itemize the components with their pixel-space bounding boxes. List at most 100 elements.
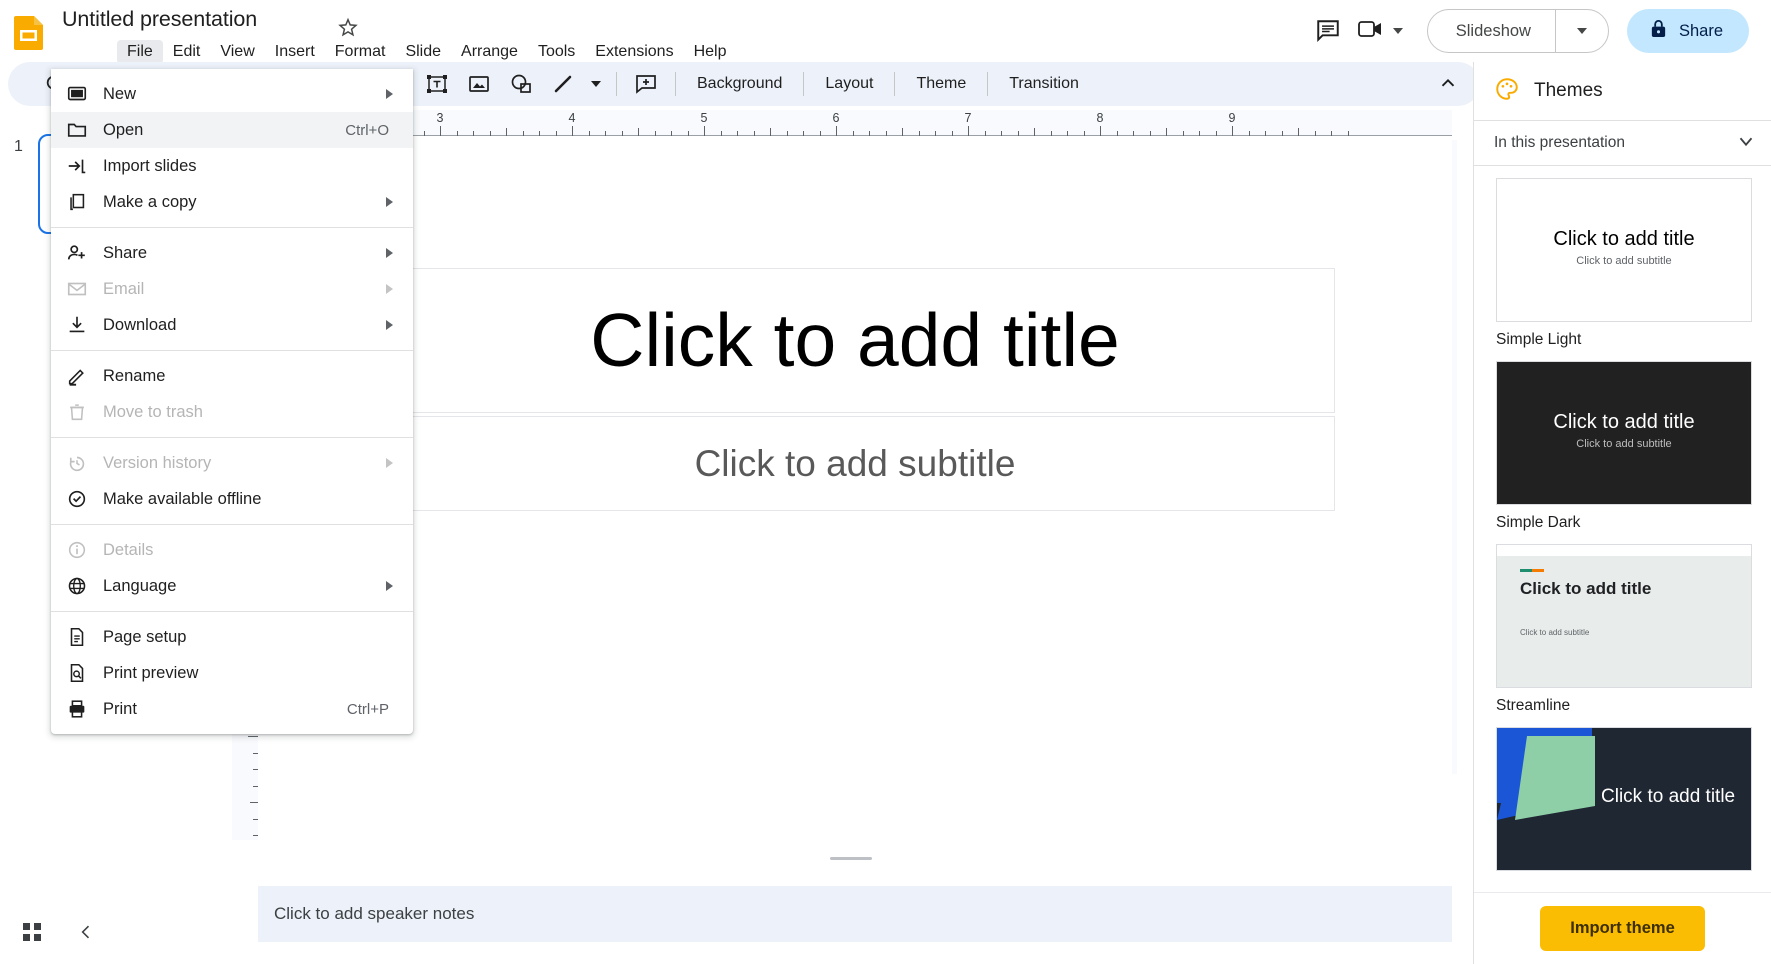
theme-thumbnail-dark-diagonal[interactable]: Click to add title bbox=[1496, 727, 1752, 871]
ruler-tick bbox=[572, 126, 573, 136]
star-icon[interactable] bbox=[337, 16, 359, 38]
divider bbox=[894, 72, 896, 96]
textbox-icon[interactable] bbox=[419, 66, 455, 102]
theme-item: Click to add title Click to add subtitle… bbox=[1474, 349, 1771, 532]
import-icon bbox=[51, 155, 103, 177]
line-icon[interactable] bbox=[545, 66, 581, 102]
ruler-tick bbox=[440, 126, 441, 136]
menu-item-print[interactable]: Print Ctrl+P bbox=[51, 691, 413, 727]
comment-icon[interactable] bbox=[1307, 10, 1349, 52]
theme-thumbnail-streamline[interactable]: Click to add title Click to add subtitle bbox=[1496, 544, 1752, 688]
grid-view-icon[interactable] bbox=[12, 912, 52, 952]
theme-name-simple-dark: Simple Dark bbox=[1496, 514, 1581, 531]
menu-item-label: Page setup bbox=[103, 627, 187, 646]
current-slide[interactable]: Click to add title Click to add subtitle bbox=[258, 140, 1452, 812]
menu-item-label: Make available offline bbox=[103, 489, 262, 508]
ruler-tick bbox=[539, 131, 540, 136]
submenu-arrow-icon bbox=[386, 284, 393, 294]
file-menu-dropdown[interactable]: New Open Ctrl+O Import slides Make a copy Sha… bbox=[51, 69, 413, 734]
theme-thumbnail-simple-dark[interactable]: Click to add title Click to add subtitle bbox=[1496, 361, 1752, 505]
title-placeholder[interactable]: Click to add title bbox=[375, 268, 1335, 413]
ruler-tick bbox=[588, 131, 590, 136]
subtitle-placeholder-text: Click to add subtitle bbox=[694, 443, 1016, 484]
theme-thumbnail-simple-light[interactable]: Click to add title Click to add subtitle bbox=[1496, 178, 1752, 322]
menu-arrange[interactable]: Arrange bbox=[451, 40, 528, 64]
menu-slide[interactable]: Slide bbox=[395, 40, 451, 64]
ruler-number: 9 bbox=[1228, 111, 1236, 125]
palette-icon bbox=[1494, 76, 1520, 107]
download-icon bbox=[51, 314, 103, 336]
ruler-tick bbox=[918, 131, 920, 136]
menu-item-label: Rename bbox=[103, 366, 166, 385]
slideshow-label: Slideshow bbox=[1455, 22, 1531, 40]
ruler-tick bbox=[489, 131, 491, 136]
menu-item-print-preview[interactable]: Print preview bbox=[51, 655, 413, 691]
google-meet-button[interactable] bbox=[1357, 18, 1403, 45]
menu-view[interactable]: View bbox=[210, 40, 264, 64]
divider bbox=[616, 72, 617, 96]
ruler-tick bbox=[803, 131, 804, 136]
menu-item-email: Email bbox=[51, 271, 413, 307]
menu-edit[interactable]: Edit bbox=[163, 40, 211, 64]
slideshow-button[interactable]: Slideshow bbox=[1426, 9, 1609, 53]
ruler-tick bbox=[968, 126, 969, 136]
shape-icon[interactable] bbox=[503, 66, 539, 102]
menu-format[interactable]: Format bbox=[325, 40, 396, 64]
subtitle-placeholder[interactable]: Click to add subtitle bbox=[375, 416, 1335, 511]
ruler-number: 4 bbox=[568, 111, 576, 125]
line-dropdown-button[interactable] bbox=[584, 66, 608, 102]
theme-item: Click to add title Click to add subtitle… bbox=[1474, 532, 1771, 715]
title-block: Untitled presentation File Edit View Ins… bbox=[62, 5, 726, 64]
chevron-down-icon bbox=[1576, 28, 1587, 34]
ruler-tick bbox=[902, 128, 903, 136]
ruler-tick bbox=[1314, 131, 1316, 136]
menu-item-make-a-copy[interactable]: Make a copy bbox=[51, 184, 413, 220]
ruler-tick bbox=[1067, 131, 1068, 136]
menu-extensions[interactable]: Extensions bbox=[585, 40, 683, 64]
image-icon[interactable] bbox=[461, 66, 497, 102]
slideshow-dropdown-button[interactable] bbox=[1556, 10, 1608, 52]
menu-item-label: New bbox=[103, 84, 137, 103]
menu-separator bbox=[51, 350, 413, 351]
ruler-tick bbox=[852, 131, 854, 136]
menu-item-move-to-trash: Move to trash bbox=[51, 394, 413, 430]
chevron-left-icon[interactable] bbox=[66, 912, 106, 952]
menu-item-new[interactable]: New bbox=[51, 76, 413, 112]
horizontal-ruler[interactable]: 23456789 bbox=[256, 110, 1452, 136]
menu-item-page-setup[interactable]: Page setup bbox=[51, 619, 413, 655]
notes-resize-handle[interactable] bbox=[830, 857, 872, 860]
import-theme-bar: Import theme bbox=[1474, 892, 1771, 964]
theme-thumb-subtitle: Click to add subtitle bbox=[1520, 628, 1590, 637]
menu-item-open[interactable]: Open Ctrl+O bbox=[51, 112, 413, 148]
submenu-arrow-icon bbox=[386, 248, 393, 258]
pencil-icon bbox=[51, 365, 103, 387]
menu-item-details: Details bbox=[51, 532, 413, 568]
menu-item-language[interactable]: Language bbox=[51, 568, 413, 604]
themes-list[interactable]: Click to add title Click to add subtitle… bbox=[1474, 166, 1771, 892]
theme-button[interactable]: Theme bbox=[903, 68, 979, 100]
ruler-tick bbox=[248, 736, 258, 737]
menu-file[interactable]: File bbox=[117, 40, 163, 64]
ruler-tick bbox=[770, 128, 771, 136]
ruler-tick bbox=[951, 131, 953, 136]
transition-button[interactable]: Transition bbox=[996, 68, 1092, 100]
menu-tools[interactable]: Tools bbox=[528, 40, 585, 64]
menu-insert[interactable]: Insert bbox=[265, 40, 325, 64]
menu-item-import-slides[interactable]: Import slides bbox=[51, 148, 413, 184]
share-button[interactable]: Share bbox=[1626, 9, 1749, 53]
layout-button[interactable]: Layout bbox=[812, 68, 886, 100]
document-title[interactable]: Untitled presentation bbox=[62, 5, 257, 33]
slide-number: 1 bbox=[14, 138, 23, 155]
video-camera-icon bbox=[1357, 18, 1385, 45]
background-button[interactable]: Background bbox=[684, 68, 795, 100]
menu-item-rename[interactable]: Rename bbox=[51, 358, 413, 394]
import-theme-button[interactable]: Import theme bbox=[1540, 906, 1705, 951]
menu-help[interactable]: Help bbox=[684, 40, 737, 64]
chevron-up-icon[interactable] bbox=[1430, 66, 1466, 102]
menu-item-download[interactable]: Download bbox=[51, 307, 413, 343]
menu-item-make-available-offline[interactable]: Make available offline bbox=[51, 481, 413, 517]
themes-section-selector[interactable]: In this presentation bbox=[1474, 121, 1771, 165]
ruler-tick bbox=[621, 131, 623, 136]
comment-add-icon[interactable] bbox=[628, 66, 664, 102]
menu-item-share[interactable]: Share bbox=[51, 235, 413, 271]
